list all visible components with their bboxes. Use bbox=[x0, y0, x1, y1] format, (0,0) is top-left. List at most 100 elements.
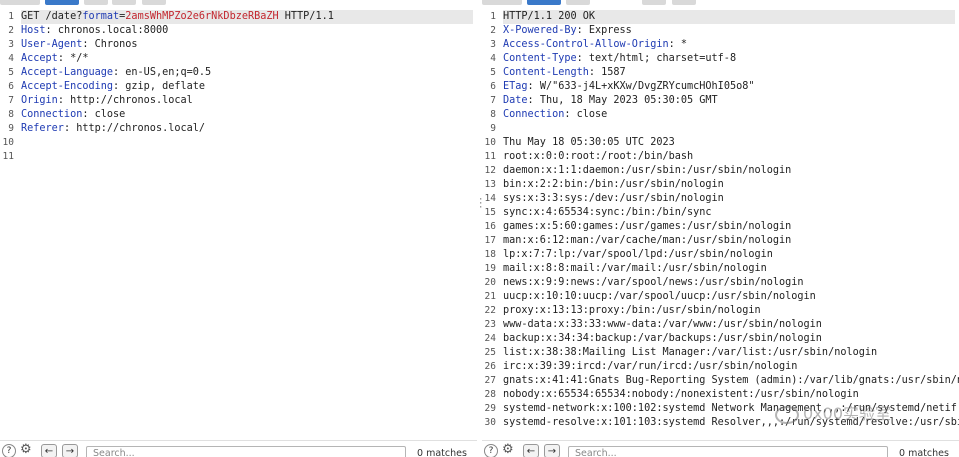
editor-line[interactable]: 18 lp:x:7:7:lp:/var/spool/lpd:/usr/sbin/n… bbox=[482, 248, 959, 262]
editor-line[interactable]: 27 gnats:x:41:41:Gnats Bug-Reporting Syst… bbox=[482, 374, 959, 388]
editor-line[interactable]: 4 Content-Type: text/html; charset=utf-8 bbox=[482, 52, 959, 66]
wechat-icon bbox=[775, 405, 799, 424]
line-text: Date: Thu, 18 May 2023 05:30:05 GMT bbox=[503, 94, 959, 108]
editor-line[interactable]: 24 backup:x:34:34:backup:/var/backups:/us… bbox=[482, 332, 959, 346]
line-segment: daemon:x:1:1:daemon:/usr/sbin:/usr/sbin/… bbox=[503, 165, 792, 176]
editor-line[interactable]: 17 man:x:6:12:man:/var/cache/man:/usr/sbi… bbox=[482, 234, 959, 248]
line-segment: man:x:6:12:man:/var/cache/man:/usr/sbin/… bbox=[503, 235, 792, 246]
line-text: bin:x:2:2:bin:/bin:/usr/sbin/nologin bbox=[503, 178, 959, 192]
editor-line[interactable]: 3 User-Agent: Chronos bbox=[0, 38, 477, 52]
line-segment: : Thu, 18 May 2023 05:30:05 GMT bbox=[527, 95, 718, 106]
editor-line[interactable]: 2 Host: chronos.local:8000 bbox=[0, 24, 477, 38]
line-number: 15 bbox=[484, 207, 496, 218]
watermark-text: 0x00实验室 bbox=[803, 404, 892, 423]
editor-line[interactable]: 10 bbox=[0, 136, 477, 150]
line-number: 16 bbox=[484, 221, 496, 232]
header-name: Accept-Encoding bbox=[21, 81, 114, 92]
line-text: games:x:5:60:games:/usr/games:/usr/sbin/… bbox=[503, 220, 959, 234]
editor-line[interactable]: 25 list:x:38:38:Mailing List Manager:/var… bbox=[482, 346, 959, 360]
tab-render[interactable] bbox=[642, 0, 666, 5]
editor-line[interactable]: 15 sync:x:4:65534:sync:/bin:/bin/sync bbox=[482, 206, 959, 220]
editor-line[interactable]: 3 Access-Control-Allow-Origin: * bbox=[482, 38, 959, 52]
header-name: Date bbox=[503, 95, 528, 106]
editor-line[interactable]: 8 Connection: close bbox=[482, 108, 959, 122]
editor-line[interactable]: 11 root:x:0:0:root:/root:/bin/bash bbox=[482, 150, 959, 164]
tab-hex[interactable] bbox=[566, 0, 590, 5]
editor-line[interactable]: 21 uucp:x:10:10:uucp:/var/spool/uucp:/usr… bbox=[482, 290, 959, 304]
line-segment: nobody:x:65534:65534:nobody:/nonexistent… bbox=[503, 389, 859, 400]
editor-line[interactable]: 1 GET /date?format=2amsWhMPZo2e6rNkDbzeRB… bbox=[0, 10, 477, 24]
editor-line[interactable]: 22 proxy:x:13:13:proxy:/bin:/usr/sbin/nol… bbox=[482, 304, 959, 318]
editor-line[interactable]: 23 www-data:x:33:33:www-data:/var/www:/us… bbox=[482, 318, 959, 332]
editor-line[interactable]: 13 bin:x:2:2:bin:/bin:/usr/sbin/nologin bbox=[482, 178, 959, 192]
response-match-count: 0 matches bbox=[899, 448, 949, 457]
help-icon[interactable]: ? bbox=[484, 444, 498, 457]
line-text: uucp:x:10:10:uucp:/var/spool/uucp:/usr/s… bbox=[503, 290, 959, 304]
line-text: gnats:x:41:41:Gnats Bug-Reporting System… bbox=[503, 374, 959, 388]
editor-line[interactable]: 11 bbox=[0, 150, 477, 164]
response-editor[interactable]: 1 HTTP/1.1 200 OK 2 X-Powered-By: Express 3 A… bbox=[482, 10, 959, 434]
line-number: 17 bbox=[484, 235, 496, 246]
help-icon[interactable]: ? bbox=[2, 444, 16, 457]
prev-match-button[interactable]: ← bbox=[41, 444, 57, 457]
line-number: 2 bbox=[490, 25, 496, 36]
gear-icon[interactable]: ⚙ bbox=[20, 443, 32, 457]
line-number: 13 bbox=[484, 179, 496, 190]
editor-line[interactable]: 5 Accept-Language: en-US,en;q=0.5 bbox=[0, 66, 477, 80]
line-segment: Thu May 18 05:30:05 UTC 2023 bbox=[503, 137, 675, 148]
prev-match-button[interactable]: ← bbox=[523, 444, 539, 457]
editor-line[interactable]: 12 daemon:x:1:1:daemon:/usr/sbin:/usr/sbi… bbox=[482, 164, 959, 178]
line-number: 4 bbox=[8, 53, 14, 64]
editor-line[interactable]: 5 Content-Length: 1587 bbox=[482, 66, 959, 80]
next-match-button[interactable]: → bbox=[544, 444, 560, 457]
line-text: Accept-Language: en-US,en;q=0.5 bbox=[21, 66, 477, 80]
editor-line[interactable]: 6 Accept-Encoding: gzip, deflate bbox=[0, 80, 477, 94]
editor-line[interactable]: 14 sys:x:3:3:sys:/dev:/usr/sbin/nologin bbox=[482, 192, 959, 206]
tab-pretty[interactable] bbox=[482, 0, 522, 5]
gear-icon[interactable]: ⚙ bbox=[502, 443, 514, 457]
tab-extra[interactable] bbox=[112, 0, 136, 5]
line-text: sys:x:3:3:sys:/dev:/usr/sbin/nologin bbox=[503, 192, 959, 206]
editor-line[interactable]: 7 Date: Thu, 18 May 2023 05:30:05 GMT bbox=[482, 94, 959, 108]
request-pane: 1 GET /date?format=2amsWhMPZo2e6rNkDbzeRB… bbox=[0, 0, 477, 457]
editor-line[interactable]: 1 HTTP/1.1 200 OK bbox=[482, 10, 959, 24]
editor-line[interactable]: 16 games:x:5:60:games:/usr/games:/usr/sbi… bbox=[482, 220, 959, 234]
line-number: 14 bbox=[484, 193, 496, 204]
line-text: backup:x:34:34:backup:/var/backups:/usr/… bbox=[503, 332, 959, 346]
line-text: Connection: close bbox=[21, 108, 477, 122]
tab-raw[interactable] bbox=[527, 0, 561, 5]
request-search-bar: ? ⚙ ← → Search... 0 matches bbox=[0, 440, 477, 457]
editor-line[interactable]: 20 news:x:9:9:news:/var/spool/news:/usr/s… bbox=[482, 276, 959, 290]
line-segment: HTTP/1.1 200 OK bbox=[503, 11, 596, 22]
line-number: 20 bbox=[484, 277, 496, 288]
editor-line[interactable]: 6 ETag: W/"633-j4L+xKXw/DvgZRYcumcHOhI05o… bbox=[482, 80, 959, 94]
tab-raw[interactable] bbox=[45, 0, 79, 5]
request-editor[interactable]: 1 GET /date?format=2amsWhMPZo2e6rNkDbzeRB… bbox=[0, 10, 477, 434]
line-segment: HTTP/1.1 bbox=[278, 11, 334, 22]
editor-line[interactable]: 9 Referer: http://chronos.local/ bbox=[0, 122, 477, 136]
editor-line[interactable]: 8 Connection: close bbox=[0, 108, 477, 122]
tab-hex[interactable] bbox=[84, 0, 108, 5]
line-number: 11 bbox=[484, 151, 496, 162]
editor-line[interactable]: 7 Origin: http://chronos.local bbox=[0, 94, 477, 108]
tab-extra[interactable] bbox=[672, 0, 696, 5]
response-search-input[interactable]: Search... bbox=[568, 446, 888, 457]
editor-line[interactable]: 4 Accept: */* bbox=[0, 52, 477, 66]
editor-line[interactable]: 10 Thu May 18 05:30:05 UTC 2023 bbox=[482, 136, 959, 150]
next-match-button[interactable]: → bbox=[62, 444, 78, 457]
line-number: 8 bbox=[8, 109, 14, 120]
tab-pretty[interactable] bbox=[0, 0, 40, 5]
request-search-input[interactable]: Search... bbox=[86, 446, 406, 457]
tab-extra-2[interactable] bbox=[142, 0, 166, 5]
line-number: 2 bbox=[8, 25, 14, 36]
editor-line[interactable]: 26 irc:x:39:39:ircd:/var/run/ircd:/usr/sb… bbox=[482, 360, 959, 374]
editor-line[interactable]: 19 mail:x:8:8:mail:/var/mail:/usr/sbin/no… bbox=[482, 262, 959, 276]
param-value: 2amsWhMPZo2e6rNkDbzeRBaZH bbox=[125, 11, 279, 22]
divider-grip-icon[interactable]: · · · bbox=[478, 196, 483, 213]
editor-line[interactable]: 2 X-Powered-By: Express bbox=[482, 24, 959, 38]
line-number: 12 bbox=[484, 165, 496, 176]
line-segment: list:x:38:38:Mailing List Manager:/var/l… bbox=[503, 347, 878, 358]
line-segment: : text/html; charset=utf-8 bbox=[576, 53, 737, 64]
editor-line[interactable]: 9 bbox=[482, 122, 959, 136]
line-segment: news:x:9:9:news:/var/spool/news:/usr/sbi… bbox=[503, 277, 804, 288]
